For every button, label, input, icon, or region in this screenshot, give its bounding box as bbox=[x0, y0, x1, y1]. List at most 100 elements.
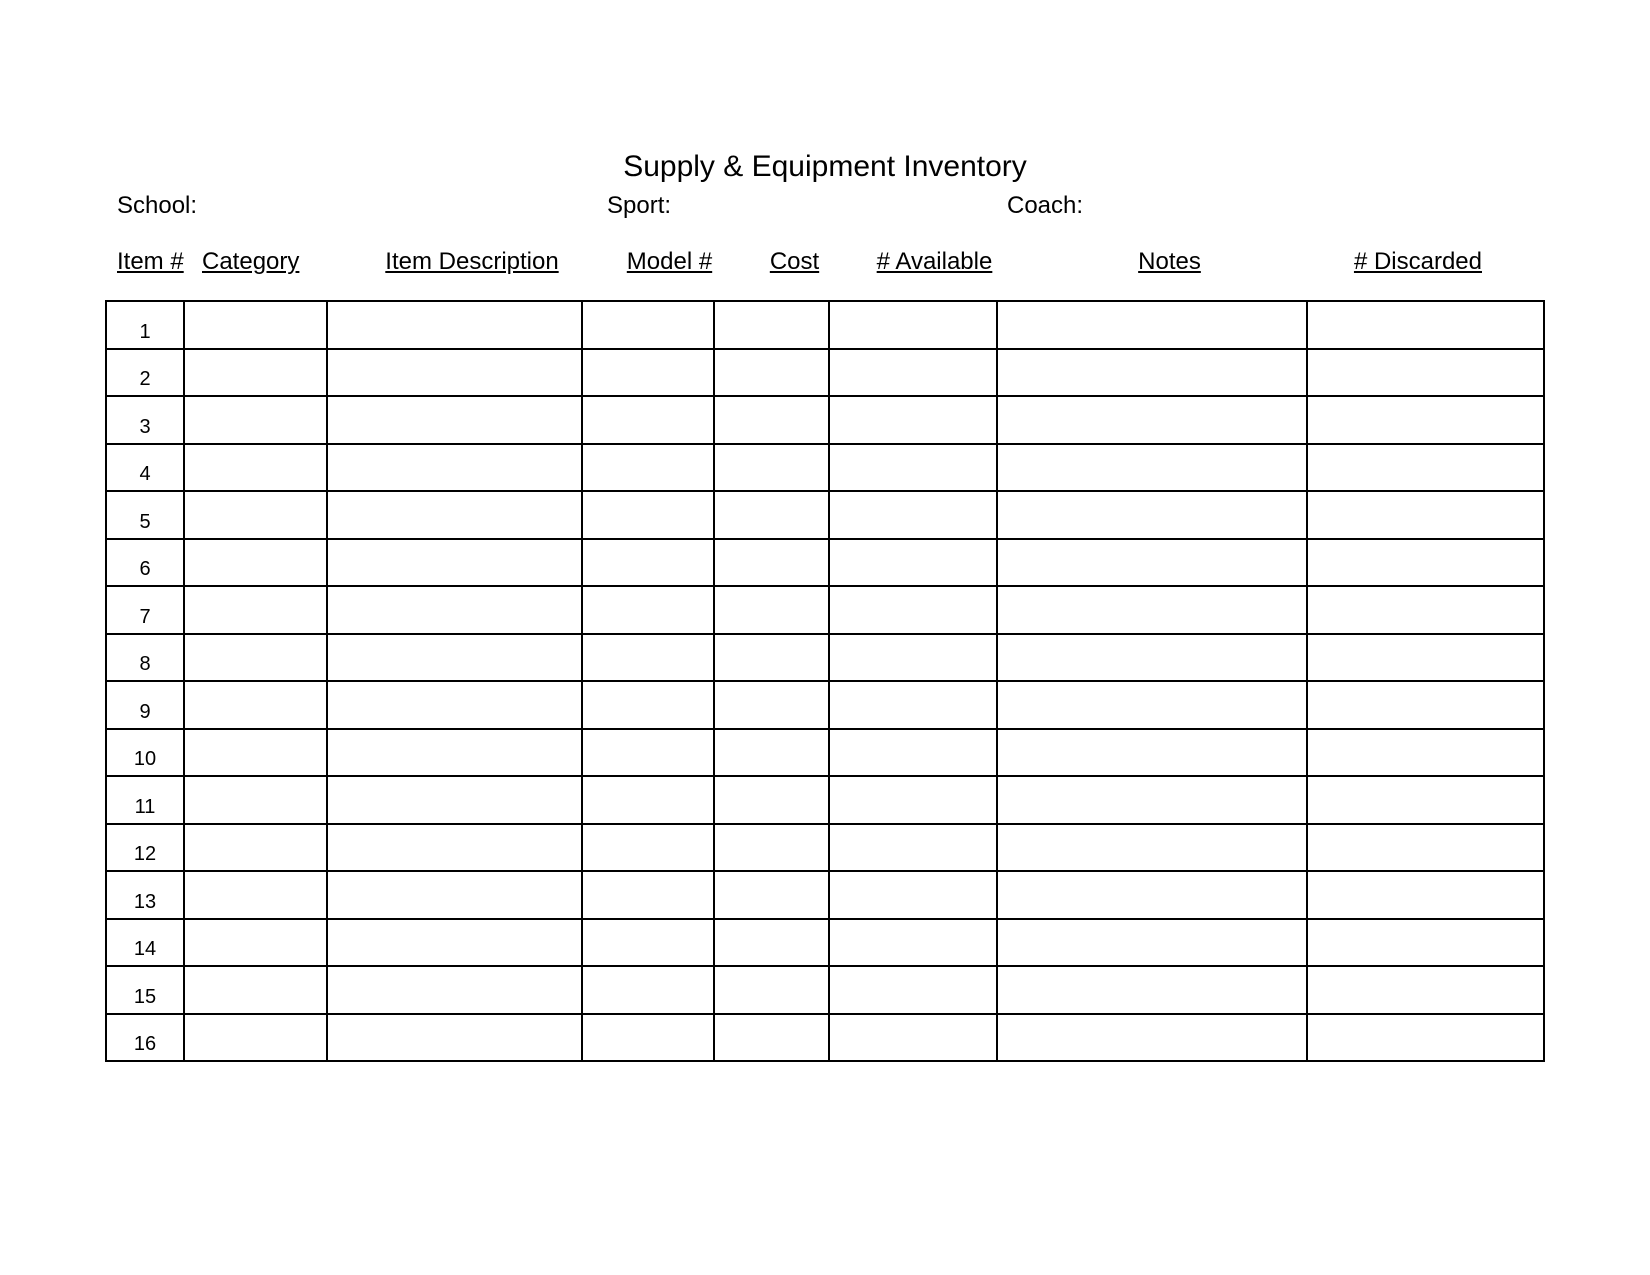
cell-item-num: 6 bbox=[107, 540, 185, 586]
cell-notes bbox=[998, 540, 1308, 586]
sport-label: Sport: bbox=[607, 192, 671, 220]
cell-discarded bbox=[1308, 635, 1543, 681]
cell-category bbox=[185, 540, 328, 586]
cell-available bbox=[830, 492, 998, 538]
cell-description bbox=[328, 872, 583, 918]
cell-discarded bbox=[1308, 397, 1543, 443]
cell-description bbox=[328, 920, 583, 966]
cell-description bbox=[328, 587, 583, 633]
cell-model bbox=[583, 302, 715, 348]
cell-model bbox=[583, 587, 715, 633]
table-row: 13 bbox=[107, 872, 1543, 920]
cell-item-num: 9 bbox=[107, 682, 185, 728]
inventory-form: Supply & Equipment Inventory School: Spo… bbox=[0, 0, 1650, 1275]
cell-notes bbox=[998, 730, 1308, 776]
cell-cost bbox=[715, 350, 830, 396]
cell-description bbox=[328, 967, 583, 1013]
cell-model bbox=[583, 825, 715, 871]
cell-notes bbox=[998, 302, 1308, 348]
cell-category bbox=[185, 730, 328, 776]
inventory-grid: 12345678910111213141516 bbox=[105, 300, 1545, 1062]
cell-notes bbox=[998, 397, 1308, 443]
cell-item-num: 4 bbox=[107, 445, 185, 491]
cell-discarded bbox=[1308, 350, 1543, 396]
table-row: 15 bbox=[107, 967, 1543, 1015]
cell-description bbox=[328, 777, 583, 823]
header-item-num: Item # bbox=[117, 248, 202, 276]
cell-item-num: 1 bbox=[107, 302, 185, 348]
cell-available bbox=[830, 635, 998, 681]
cell-model bbox=[583, 445, 715, 491]
cell-category bbox=[185, 872, 328, 918]
cell-available bbox=[830, 445, 998, 491]
cell-available bbox=[830, 920, 998, 966]
cell-available bbox=[830, 777, 998, 823]
cell-notes bbox=[998, 967, 1308, 1013]
cell-description bbox=[328, 445, 583, 491]
table-row: 8 bbox=[107, 635, 1543, 683]
cell-cost bbox=[715, 1015, 830, 1061]
cell-discarded bbox=[1308, 302, 1543, 348]
header-cost: Cost bbox=[737, 248, 852, 276]
header-category: Category bbox=[202, 248, 342, 276]
cell-description bbox=[328, 397, 583, 443]
cell-category bbox=[185, 302, 328, 348]
cell-notes bbox=[998, 920, 1308, 966]
cell-item-num: 7 bbox=[107, 587, 185, 633]
table-row: 6 bbox=[107, 540, 1543, 588]
cell-notes bbox=[998, 1015, 1308, 1061]
header-description: Item Description bbox=[342, 248, 602, 276]
cell-cost bbox=[715, 397, 830, 443]
cell-discarded bbox=[1308, 967, 1543, 1013]
cell-notes bbox=[998, 445, 1308, 491]
cell-category bbox=[185, 920, 328, 966]
page-title: Supply & Equipment Inventory bbox=[105, 150, 1545, 184]
cell-category bbox=[185, 777, 328, 823]
cell-item-num: 5 bbox=[107, 492, 185, 538]
cell-notes bbox=[998, 682, 1308, 728]
sport-field: Sport: bbox=[607, 192, 1007, 220]
cell-model bbox=[583, 1015, 715, 1061]
cell-available bbox=[830, 397, 998, 443]
cell-cost bbox=[715, 682, 830, 728]
cell-cost bbox=[715, 635, 830, 681]
cell-available bbox=[830, 587, 998, 633]
cell-available bbox=[830, 540, 998, 586]
table-row: 4 bbox=[107, 445, 1543, 493]
cell-discarded bbox=[1308, 777, 1543, 823]
cell-category bbox=[185, 635, 328, 681]
cell-model bbox=[583, 635, 715, 681]
cell-notes bbox=[998, 872, 1308, 918]
cell-cost bbox=[715, 730, 830, 776]
cell-item-num: 11 bbox=[107, 777, 185, 823]
cell-model bbox=[583, 872, 715, 918]
cell-category bbox=[185, 587, 328, 633]
meta-row: School: Sport: Coach: bbox=[105, 192, 1545, 220]
cell-discarded bbox=[1308, 492, 1543, 538]
cell-available bbox=[830, 872, 998, 918]
cell-discarded bbox=[1308, 872, 1543, 918]
cell-discarded bbox=[1308, 445, 1543, 491]
table-row: 3 bbox=[107, 397, 1543, 445]
cell-available bbox=[830, 730, 998, 776]
cell-category bbox=[185, 492, 328, 538]
coach-label: Coach: bbox=[1007, 192, 1083, 220]
table-row: 11 bbox=[107, 777, 1543, 825]
cell-description bbox=[328, 1015, 583, 1061]
table-row: 1 bbox=[107, 302, 1543, 350]
cell-model bbox=[583, 492, 715, 538]
cell-description bbox=[328, 635, 583, 681]
cell-item-num: 10 bbox=[107, 730, 185, 776]
cell-notes bbox=[998, 635, 1308, 681]
cell-category bbox=[185, 1015, 328, 1061]
cell-discarded bbox=[1308, 1015, 1543, 1061]
cell-notes bbox=[998, 350, 1308, 396]
cell-model bbox=[583, 777, 715, 823]
cell-item-num: 3 bbox=[107, 397, 185, 443]
cell-cost bbox=[715, 825, 830, 871]
cell-model bbox=[583, 397, 715, 443]
table-row: 16 bbox=[107, 1015, 1543, 1063]
cell-model bbox=[583, 350, 715, 396]
cell-available bbox=[830, 825, 998, 871]
school-label: School: bbox=[117, 192, 197, 220]
